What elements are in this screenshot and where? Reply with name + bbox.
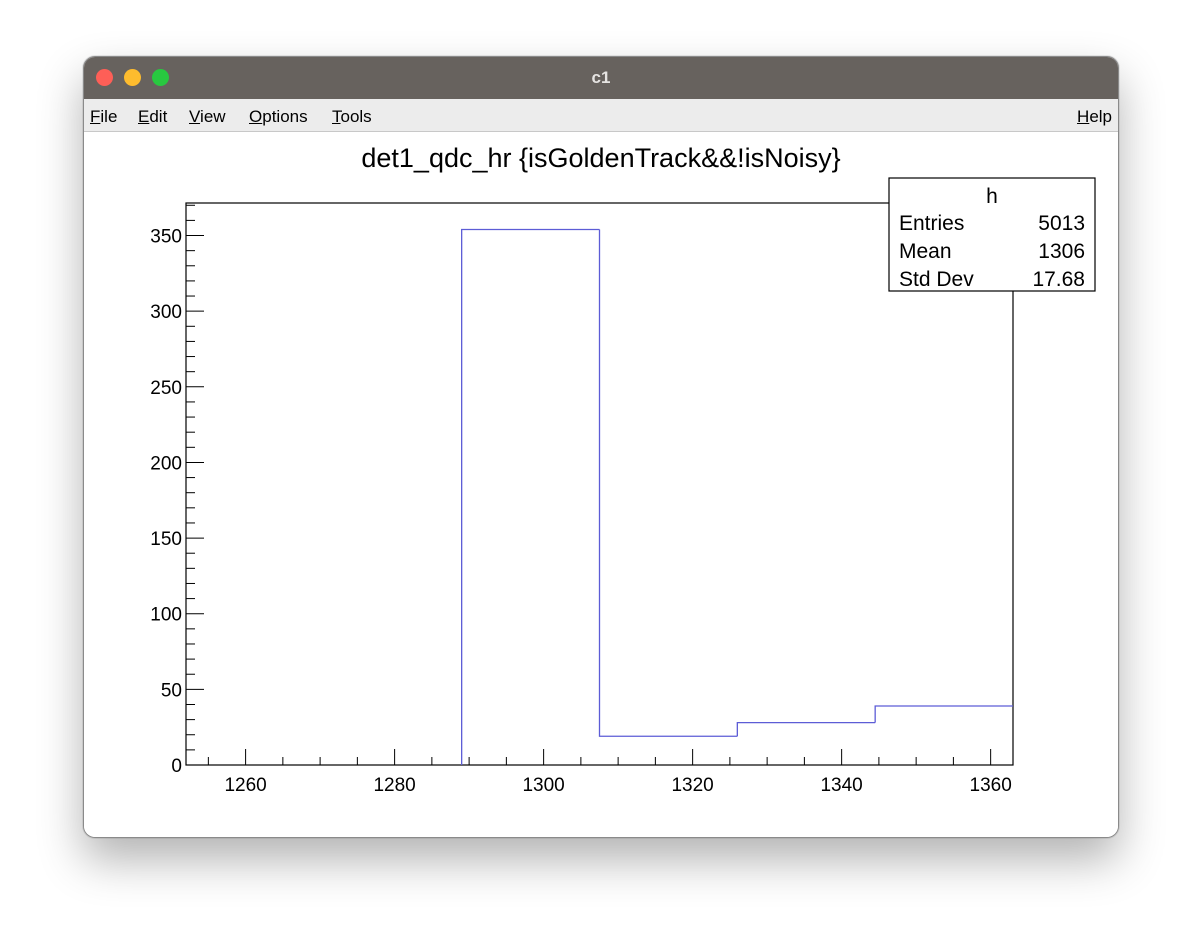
y-tick-label: 150 xyxy=(150,529,182,550)
title-bar[interactable]: c1 xyxy=(84,57,1118,99)
window-title: c1 xyxy=(591,68,611,87)
stats-mean-value: 1306 xyxy=(1038,240,1085,263)
x-tick-label: 1340 xyxy=(820,775,862,796)
y-tick-label: 100 xyxy=(150,605,182,626)
y-tick-label: 200 xyxy=(150,453,182,474)
stats-mean-label: Mean xyxy=(899,240,952,263)
menu-options[interactable]: Options xyxy=(249,107,308,127)
menu-view[interactable]: View xyxy=(189,107,226,127)
plot-canvas[interactable]: det1_qdc_hr {isGoldenTrack&&!isNoisy} 0 5… xyxy=(84,132,1118,837)
x-tick-label: 1300 xyxy=(522,775,564,796)
x-tick-label: 1280 xyxy=(373,775,415,796)
y-axis: 0 50 100 150 200 250 300 350 xyxy=(150,204,204,777)
chart-title: det1_qdc_hr {isGoldenTrack&&!isNoisy} xyxy=(361,143,840,173)
menu-help[interactable]: Help xyxy=(1077,107,1112,127)
histogram-plot: det1_qdc_hr {isGoldenTrack&&!isNoisy} 0 5… xyxy=(150,143,1096,796)
stats-stddev-label: Std Dev xyxy=(899,268,974,291)
histogram-bin xyxy=(874,705,1013,723)
histogram-bin xyxy=(598,229,738,737)
stats-box-name: h xyxy=(986,185,998,208)
stats-entries-value: 5013 xyxy=(1038,212,1085,235)
histogram-bars xyxy=(461,228,1013,765)
x-tick-label: 1260 xyxy=(224,775,266,796)
stats-entries-label: Entries xyxy=(899,212,964,235)
y-tick-label: 250 xyxy=(150,378,182,399)
stats-stddev-value: 17.68 xyxy=(1032,268,1085,291)
stats-box[interactable]: h Entries 5013 Mean 1306 Std Dev 17.68 xyxy=(888,177,1096,292)
y-tick-label: 50 xyxy=(161,680,182,701)
x-tick-label: 1320 xyxy=(671,775,713,796)
x-tick-label: 1360 xyxy=(970,775,1012,796)
histogram-bin xyxy=(461,228,600,765)
menu-tools[interactable]: Tools xyxy=(332,107,372,127)
menu-edit[interactable]: Edit xyxy=(138,107,167,127)
x-axis: 1260 1280 1300 1320 1340 1360 xyxy=(207,749,1012,796)
menu-file[interactable]: File xyxy=(90,107,117,127)
menu-bar: File Edit View Options Tools Help xyxy=(84,99,1118,132)
y-tick-label: 0 xyxy=(171,756,182,777)
y-tick-label: 300 xyxy=(150,302,182,323)
y-tick-label: 350 xyxy=(150,227,182,248)
canvas-window: c1 File Edit View Options Tools Help det… xyxy=(83,56,1119,838)
histogram-bin xyxy=(736,721,876,737)
